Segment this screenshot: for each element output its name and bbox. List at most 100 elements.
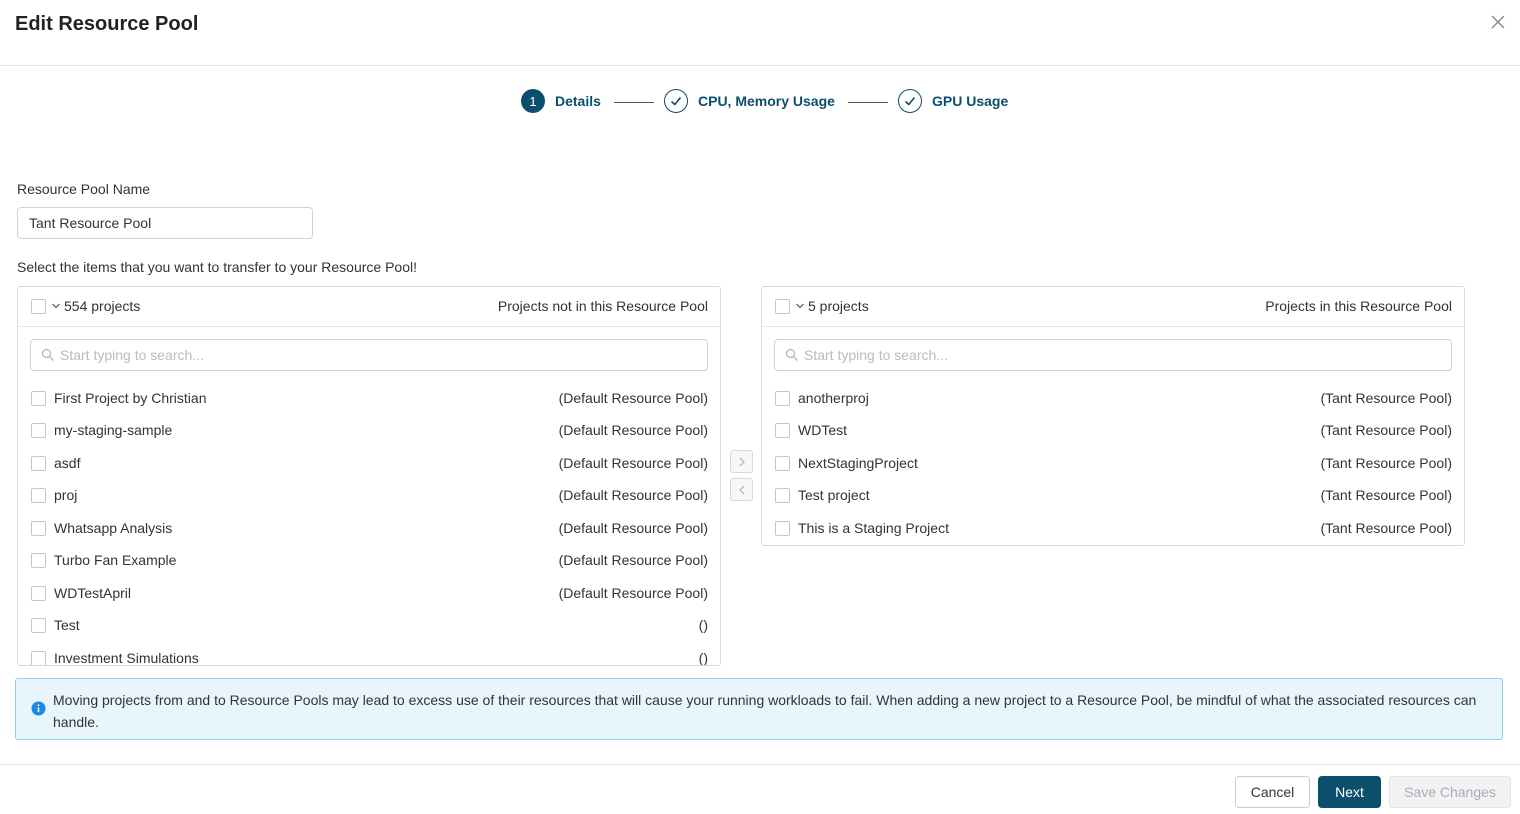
target-list-header: 5 projects Projects in this Resource Poo… (762, 287, 1464, 327)
step-connector (614, 102, 654, 103)
list-item[interactable]: WDTestApril (Default Resource Pool) (18, 582, 720, 606)
chevron-right-icon (739, 457, 745, 466)
list-item[interactable]: Test project (Tant Resource Pool) (762, 484, 1464, 508)
project-name: Whatsapp Analysis (54, 520, 173, 536)
project-pool: (Tant Resource Pool) (1320, 520, 1452, 536)
step-label: CPU, Memory Usage (698, 93, 835, 109)
item-checkbox[interactable] (31, 391, 46, 406)
item-checkbox[interactable] (775, 521, 790, 536)
project-name: WDTestApril (54, 585, 132, 601)
checkmark-icon (898, 89, 922, 113)
project-pool: (Default Resource Pool) (558, 422, 708, 438)
project-name: anotherproj (798, 390, 869, 406)
project-name: Test (54, 617, 80, 633)
item-checkbox[interactable] (31, 521, 46, 536)
target-search[interactable] (774, 339, 1452, 371)
list-item[interactable]: WDTest (Tant Resource Pool) (762, 419, 1464, 443)
source-list-panel: 554 projects Projects not in this Resour… (17, 286, 721, 666)
resource-pool-name-label: Resource Pool Name (17, 181, 151, 197)
project-name: This is a Staging Project (798, 520, 949, 536)
list-item[interactable]: Test () (18, 614, 720, 638)
item-checkbox[interactable] (31, 651, 46, 665)
source-list-header: 554 projects Projects not in this Resour… (18, 287, 720, 327)
project-name: NextStagingProject (798, 455, 918, 471)
project-name: proj (54, 487, 78, 503)
item-checkbox[interactable] (775, 423, 790, 438)
list-item[interactable]: proj (Default Resource Pool) (18, 484, 720, 508)
project-pool: (Default Resource Pool) (558, 585, 708, 601)
source-list-title: Projects not in this Resource Pool (497, 298, 708, 314)
project-name: Turbo Fan Example (54, 552, 177, 568)
project-name: First Project by Christian (54, 390, 207, 406)
step-cpu-memory[interactable]: CPU, Memory Usage (664, 89, 835, 113)
project-pool: (Tant Resource Pool) (1320, 422, 1452, 438)
item-checkbox[interactable] (775, 488, 790, 503)
next-button[interactable]: Next (1318, 776, 1381, 808)
project-pool: (Tant Resource Pool) (1320, 487, 1452, 503)
step-gpu[interactable]: GPU Usage (898, 89, 1008, 113)
list-item[interactable]: my-staging-sample (Default Resource Pool… (18, 419, 720, 443)
target-list-panel: 5 projects Projects in this Resource Poo… (761, 286, 1465, 546)
chevron-down-icon[interactable] (795, 298, 805, 314)
list-item[interactable]: asdf (Default Resource Pool) (18, 452, 720, 476)
transfer-instruction: Select the items that you want to transf… (17, 259, 417, 275)
save-changes-button[interactable]: Save Changes (1389, 776, 1511, 808)
list-item[interactable]: Whatsapp Analysis (Default Resource Pool… (18, 517, 720, 541)
project-pool: (Tant Resource Pool) (1320, 455, 1452, 471)
checkmark-icon (664, 89, 688, 113)
source-search[interactable] (30, 339, 708, 371)
list-item[interactable]: NextStagingProject (Tant Resource Pool) (762, 452, 1464, 476)
warning-alert: Moving projects from and to Resource Poo… (15, 678, 1503, 740)
project-pool: () (698, 617, 708, 633)
item-checkbox[interactable] (31, 586, 46, 601)
step-label: Details (555, 93, 601, 109)
item-checkbox[interactable] (775, 456, 790, 471)
item-checkbox[interactable] (31, 618, 46, 633)
dialog-header: Edit Resource Pool (0, 0, 1520, 66)
chevron-down-icon[interactable] (51, 298, 61, 314)
project-pool: (Default Resource Pool) (558, 390, 708, 406)
info-icon (31, 701, 46, 716)
item-checkbox[interactable] (31, 488, 46, 503)
item-checkbox[interactable] (31, 423, 46, 438)
list-item[interactable]: First Project by Christian (Default Reso… (18, 387, 720, 411)
project-pool: (Tant Resource Pool) (1320, 390, 1452, 406)
list-item[interactable]: This is a Staging Project (Tant Resource… (762, 517, 1464, 541)
dialog-footer: Cancel Next Save Changes (0, 764, 1520, 814)
project-pool: (Default Resource Pool) (558, 552, 708, 568)
project-pool: () (698, 650, 708, 666)
project-name: my-staging-sample (54, 422, 173, 438)
item-checkbox[interactable] (775, 391, 790, 406)
project-name: asdf (54, 455, 81, 471)
resource-pool-name-input[interactable] (17, 207, 313, 239)
project-name: Investment Simulations (54, 650, 199, 666)
search-icon (785, 348, 798, 361)
search-icon (41, 348, 54, 361)
item-checkbox[interactable] (31, 456, 46, 471)
list-item[interactable]: Turbo Fan Example (Default Resource Pool… (18, 549, 720, 573)
list-item[interactable]: anotherproj (Tant Resource Pool) (762, 387, 1464, 411)
item-checkbox[interactable] (31, 553, 46, 568)
project-pool: (Default Resource Pool) (558, 520, 708, 536)
dialog-title: Edit Resource Pool (15, 13, 199, 35)
source-count: 554 projects (64, 298, 141, 314)
project-name: WDTest (798, 422, 847, 438)
step-details[interactable]: 1 Details (521, 89, 601, 113)
cancel-button[interactable]: Cancel (1235, 776, 1310, 808)
alert-message: Moving projects from and to Resource Poo… (53, 692, 1477, 730)
chevron-left-icon (738, 485, 744, 494)
project-name: Test project (798, 487, 870, 503)
source-search-input[interactable] (60, 340, 700, 370)
step-number: 1 (521, 89, 545, 113)
target-search-input[interactable] (804, 340, 1444, 370)
select-all-checkbox[interactable] (31, 299, 46, 314)
stepper: 1 Details CPU, Memory Usage GPU Usage (0, 89, 1520, 117)
list-item[interactable]: Investment Simulations () (18, 647, 720, 666)
move-left-button[interactable] (730, 478, 753, 501)
close-icon[interactable] (1488, 12, 1508, 32)
target-count: 5 projects (808, 298, 869, 314)
project-pool: (Default Resource Pool) (558, 455, 708, 471)
move-right-button[interactable] (730, 450, 753, 473)
target-list-title: Projects in this Resource Pool (1265, 298, 1452, 314)
select-all-checkbox[interactable] (775, 299, 790, 314)
